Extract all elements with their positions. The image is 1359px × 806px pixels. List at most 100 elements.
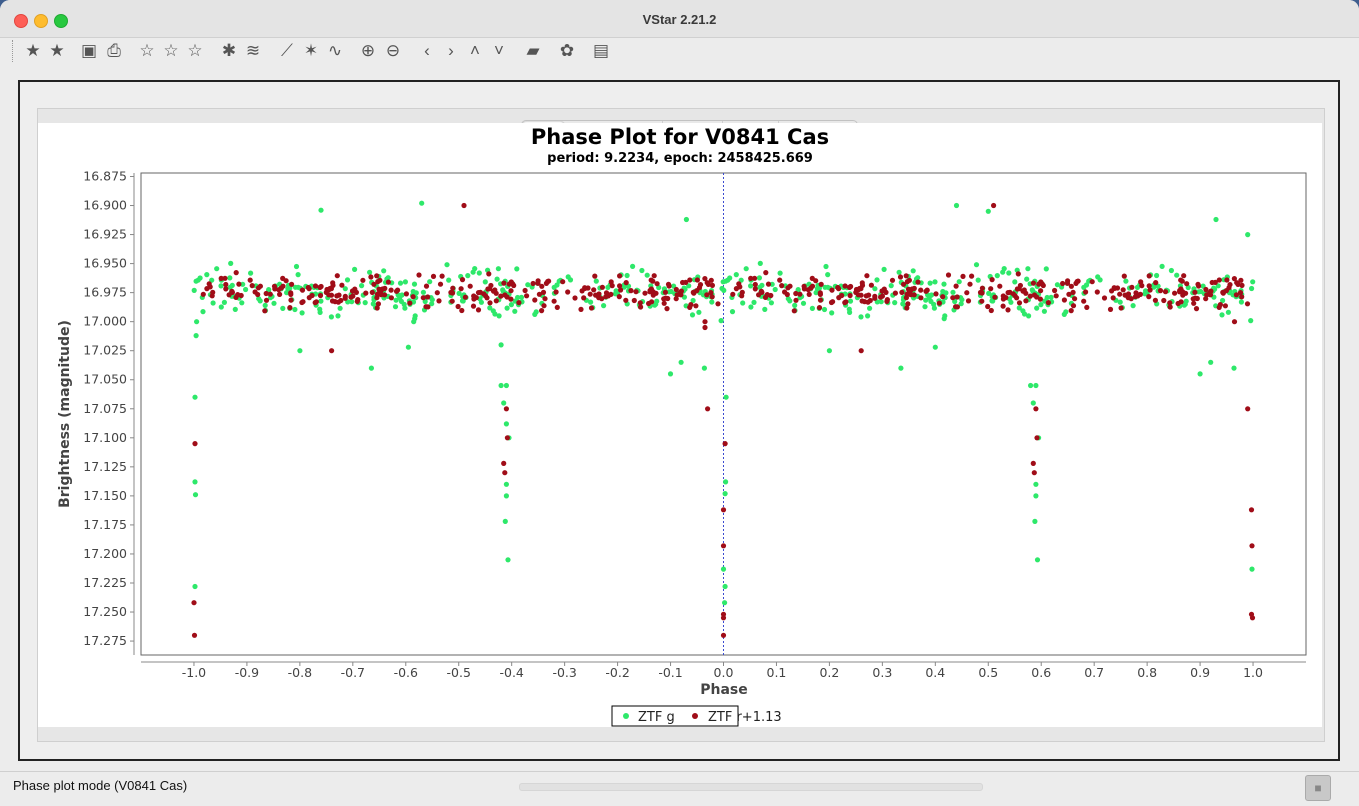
data-point-ztf-r — [277, 291, 283, 297]
data-point-ztf-r — [360, 277, 366, 283]
data-point-ztf-r — [694, 277, 701, 283]
pan-up-icon[interactable]: ˄ — [464, 40, 486, 62]
data-point-ztf-g — [709, 299, 715, 305]
power-spectrum-icon[interactable]: ≋ — [242, 40, 264, 62]
data-point-ztf-r — [467, 283, 473, 289]
phase-plot-panel[interactable]: Phase Plot for V0841 Cas period: 9.2234, … — [38, 123, 1322, 727]
data-point-ztf-g — [825, 272, 831, 278]
data-point-ztf-r — [653, 290, 659, 296]
data-point-ztf-r — [312, 283, 319, 289]
data-point-ztf-r — [1181, 273, 1187, 279]
x-tick-label: -0.5 — [447, 665, 471, 680]
data-point-ztf-r — [858, 348, 864, 354]
data-point-ztf-r — [763, 270, 769, 276]
data-point-ztf-g — [847, 309, 853, 315]
data-point-ztf-g — [729, 309, 736, 315]
data-point-ztf-g — [1021, 311, 1028, 317]
data-point-ztf-g — [398, 298, 404, 304]
pan-down-icon[interactable]: ˅ — [488, 40, 510, 62]
data-point-ztf-r — [733, 286, 740, 292]
data-point-ztf-g — [881, 266, 887, 272]
data-point-ztf-r — [758, 288, 765, 294]
pan-left-icon[interactable]: ‹ — [416, 40, 438, 62]
data-point-ztf-r — [899, 289, 905, 295]
data-point-ztf-g — [293, 263, 300, 270]
star-group-icon[interactable]: ✶ — [300, 40, 322, 62]
data-point-ztf-r — [492, 287, 498, 293]
data-point-ztf-r — [720, 543, 727, 549]
obs-details-icon[interactable]: ☆ — [184, 40, 206, 62]
data-point-ztf-r — [818, 281, 824, 287]
legend-label-ztf-g: ZTF g — [638, 710, 675, 725]
plot-control-icon[interactable]: ⟋ — [276, 40, 298, 62]
data-point-ztf-r — [532, 297, 538, 303]
data-point-ztf-r — [904, 305, 910, 311]
model-icon[interactable]: ∿ — [324, 40, 346, 62]
data-point-ztf-r — [257, 283, 263, 289]
save-icon[interactable]: ▣ — [78, 40, 100, 62]
data-point-ztf-r — [801, 286, 808, 292]
data-point-ztf-g — [503, 382, 509, 389]
new-star-file-icon[interactable]: ★ — [46, 40, 68, 62]
data-point-ztf-g — [1033, 493, 1039, 499]
data-point-ztf-r — [1216, 304, 1222, 310]
help-book-icon[interactable]: ▤ — [590, 40, 612, 62]
data-point-ztf-g — [335, 313, 341, 319]
zoom-in-icon[interactable]: ⊕ — [357, 40, 379, 62]
data-point-ztf-r — [1193, 306, 1200, 312]
data-point-ztf-r — [953, 304, 959, 310]
data-point-ztf-g — [1208, 359, 1214, 365]
data-point-ztf-r — [458, 286, 464, 292]
data-point-ztf-g — [495, 266, 501, 272]
data-point-ztf-r — [339, 282, 345, 288]
data-point-ztf-r — [817, 297, 824, 303]
data-point-ztf-r — [842, 300, 848, 306]
data-point-ztf-g — [689, 312, 696, 318]
data-point-ztf-g — [768, 300, 775, 306]
zoom-out-icon[interactable]: ⊖ — [382, 40, 404, 62]
status-text: Phase plot mode (V0841 Cas) — [13, 778, 188, 793]
data-point-ztf-r — [1034, 435, 1040, 441]
legend-marker-ztf-g — [623, 713, 629, 719]
telescope-icon[interactable]: ▰ — [522, 40, 544, 62]
filter-icon[interactable]: ✱ — [218, 40, 240, 62]
data-point-ztf-g — [505, 557, 511, 563]
data-point-ztf-r — [1137, 291, 1143, 297]
data-point-ztf-g — [299, 310, 305, 316]
new-star-icon[interactable]: ★ — [22, 40, 44, 62]
data-point-ztf-g — [823, 263, 829, 270]
data-point-ztf-g — [683, 216, 690, 223]
data-point-ztf-r — [1195, 281, 1201, 287]
title-bar: VStar 2.21.2 — [0, 0, 1359, 38]
data-point-ztf-r — [1146, 294, 1152, 300]
data-point-ztf-r — [599, 284, 606, 290]
data-point-ztf-r — [299, 287, 306, 293]
data-point-ztf-g — [762, 306, 768, 312]
data-point-ztf-r — [1157, 288, 1164, 294]
data-point-ztf-r — [407, 300, 413, 306]
data-point-ztf-r — [551, 298, 557, 304]
data-point-ztf-g — [1231, 365, 1237, 371]
settings-icon[interactable]: ✿ — [556, 40, 578, 62]
data-point-ztf-g — [392, 304, 399, 310]
data-point-ztf-g — [1043, 266, 1049, 272]
info-icon[interactable]: ☆ — [136, 40, 158, 62]
data-point-ztf-r — [836, 295, 842, 301]
data-point-ztf-r — [897, 274, 904, 280]
data-point-ztf-g — [420, 289, 426, 295]
pan-right-icon[interactable]: › — [440, 40, 462, 62]
data-point-ztf-r — [289, 281, 295, 287]
data-point-ztf-g — [285, 286, 291, 292]
data-point-ztf-g — [1168, 267, 1174, 274]
data-point-ztf-g — [1006, 270, 1012, 276]
data-point-ztf-r — [560, 279, 566, 285]
data-point-ztf-r — [218, 275, 224, 281]
toolbar-grip[interactable] — [12, 40, 15, 62]
data-point-ztf-g — [1061, 311, 1067, 317]
plugin-icon[interactable]: ☆ — [160, 40, 182, 62]
data-point-ztf-r — [263, 297, 270, 303]
data-point-ztf-r — [633, 289, 639, 295]
phase-plot-chart[interactable]: Phase Plot for V0841 Cas period: 9.2234, … — [38, 123, 1322, 727]
print-icon[interactable]: ⎙ — [103, 40, 125, 62]
stop-button[interactable]: ■ — [1305, 775, 1331, 801]
